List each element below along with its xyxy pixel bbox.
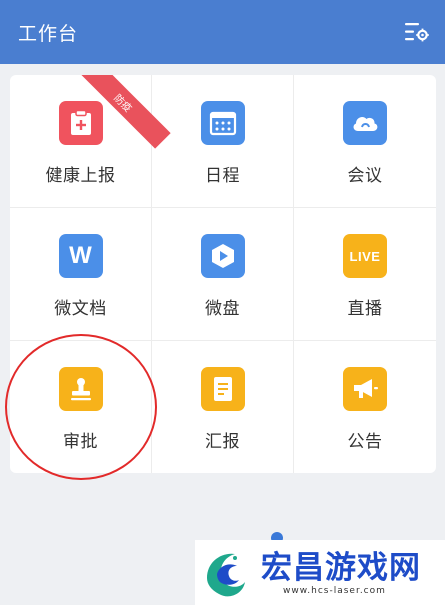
report-icon <box>200 367 245 411</box>
cloud-icon <box>343 101 387 145</box>
app-label: 微盘 <box>205 299 240 319</box>
clipboard-plus-icon <box>58 101 103 145</box>
app-label: 健康上报 <box>45 166 116 186</box>
app-label: 会议 <box>347 166 383 186</box>
app-header: 工作台 <box>0 0 445 64</box>
w-letter: W <box>69 242 92 269</box>
app-schedule[interactable]: 日程 <box>152 75 294 208</box>
list-settings-icon <box>405 23 429 42</box>
stamp-icon <box>58 367 103 411</box>
app-label: 公告 <box>347 432 383 452</box>
app-meeting[interactable]: 会议 <box>294 75 436 208</box>
app-label: 日程 <box>205 166 240 186</box>
settings-button[interactable] <box>403 18 431 46</box>
app-approval[interactable]: 审批 <box>10 341 152 473</box>
app-wedoc[interactable]: W 微文档 <box>10 208 152 341</box>
calendar-icon <box>200 101 245 145</box>
app-label: 审批 <box>63 432 98 452</box>
app-label: 汇报 <box>205 432 240 452</box>
live-text: LIVE <box>349 248 381 264</box>
watermark-title: 宏昌游戏网 <box>261 549 421 586</box>
app-label: 微文档 <box>54 299 107 319</box>
app-health-report[interactable]: 防疫 健康上报 <box>10 75 171 208</box>
app-grid: 防疫 健康上报 日程 会议 W 微文档 微盘 LIVE 直播 审批 汇报 公告 <box>10 75 436 473</box>
watermark: 宏昌游戏网 www.hcs-laser.com <box>195 540 445 605</box>
page-title: 工作台 <box>18 22 79 45</box>
drive-icon <box>200 234 245 278</box>
app-wedrive[interactable]: 微盘 <box>152 208 294 341</box>
app-label: 直播 <box>347 299 383 319</box>
app-report[interactable]: 汇报 <box>152 341 294 473</box>
live-icon: LIVE <box>343 234 387 278</box>
app-live[interactable]: LIVE 直播 <box>294 208 436 341</box>
dragon-logo-icon <box>207 553 245 596</box>
watermark-url: www.hcs-laser.com <box>283 585 386 596</box>
app-announcement[interactable]: 公告 <box>294 341 436 473</box>
megaphone-icon <box>343 367 387 411</box>
w-letter-icon: W <box>58 234 103 278</box>
